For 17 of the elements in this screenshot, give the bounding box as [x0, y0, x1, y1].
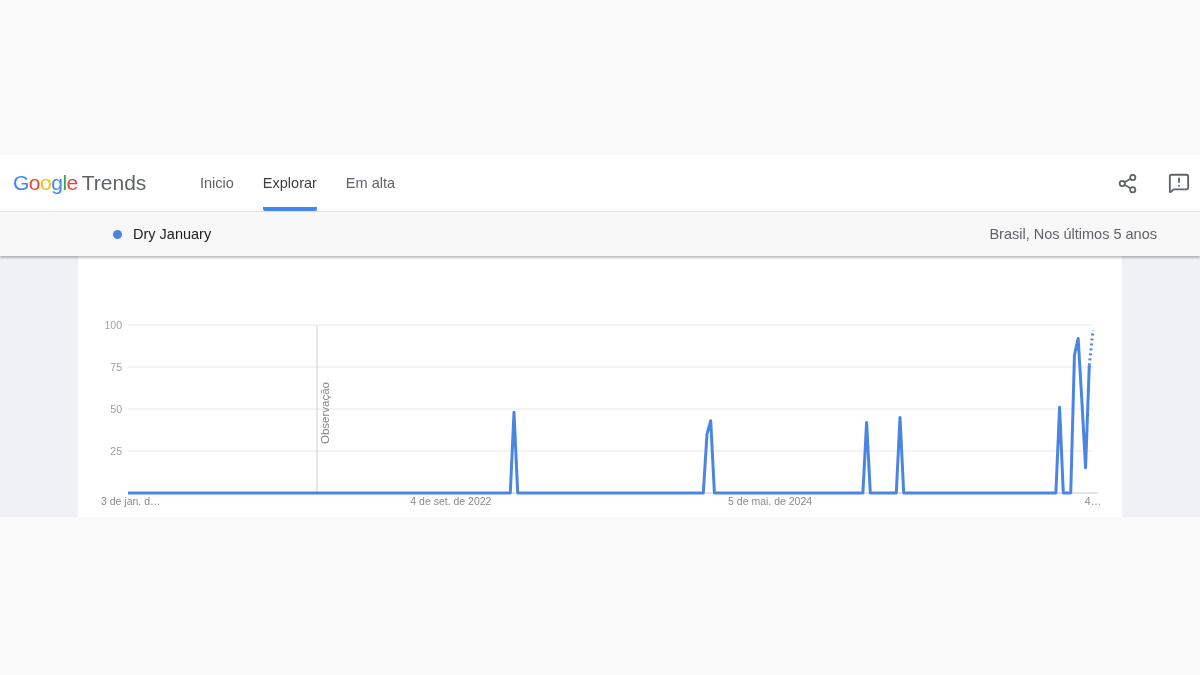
nav-tab[interactable]: Inicio [200, 155, 234, 211]
x-tick-label: 4 de set. de 2022 [410, 495, 492, 507]
search-term[interactable]: Dry January [133, 226, 212, 242]
feedback-icon[interactable] [1168, 172, 1190, 194]
x-tick-label: 4… [1084, 495, 1102, 507]
y-tick-label: 75 [110, 361, 122, 373]
x-tick-label: 5 de mai. de 2024 [728, 495, 813, 507]
partial-data-line [1087, 329, 1095, 366]
share-icon[interactable] [1117, 172, 1138, 194]
nav-tab[interactable]: Em alta [345, 155, 396, 211]
y-tick-label: 100 [104, 319, 122, 331]
google-trends-logo[interactable]: Google Trends [13, 155, 200, 211]
observation-label: Observação [319, 382, 331, 444]
x-tick-label: 3 de jan. d… [101, 495, 161, 507]
y-tick-label: 25 [110, 445, 122, 457]
y-tick-label: 50 [110, 403, 122, 415]
scope-text: Brasil, Nos últimos 5 anos [989, 226, 1157, 242]
